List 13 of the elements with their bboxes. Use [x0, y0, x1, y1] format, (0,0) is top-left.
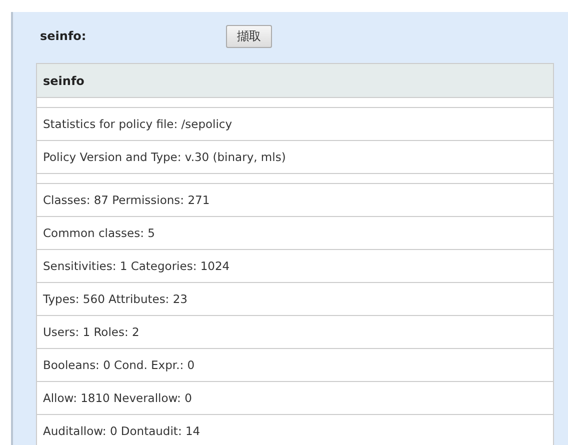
fetch-button[interactable]: 擷取: [226, 24, 272, 48]
table-cell: Classes: 87 Permissions: 271: [37, 184, 553, 217]
table-cell: Allow: 1810 Neverallow: 0: [37, 382, 553, 415]
table-cell: Booleans: 0 Cond. Expr.: 0: [37, 349, 553, 382]
table-cell: Statistics for policy file: /sepolicy: [37, 108, 553, 141]
table-header: seinfo: [37, 64, 553, 98]
table-cell: Sensitivities: 1 Categories: 1024: [37, 250, 553, 283]
seinfo-label: seinfo:: [39, 29, 88, 43]
table-cell: Policy Version and Type: v.30 (binary, mls): [37, 141, 553, 174]
table-cell: Types: 560 Attributes: 23: [37, 283, 553, 316]
table-cell: Auditallow: 0 Dontaudit: 14: [37, 415, 553, 445]
table-cell: Users: 1 Roles: 2: [37, 316, 553, 349]
table-cell: Common classes: 5: [37, 217, 553, 250]
